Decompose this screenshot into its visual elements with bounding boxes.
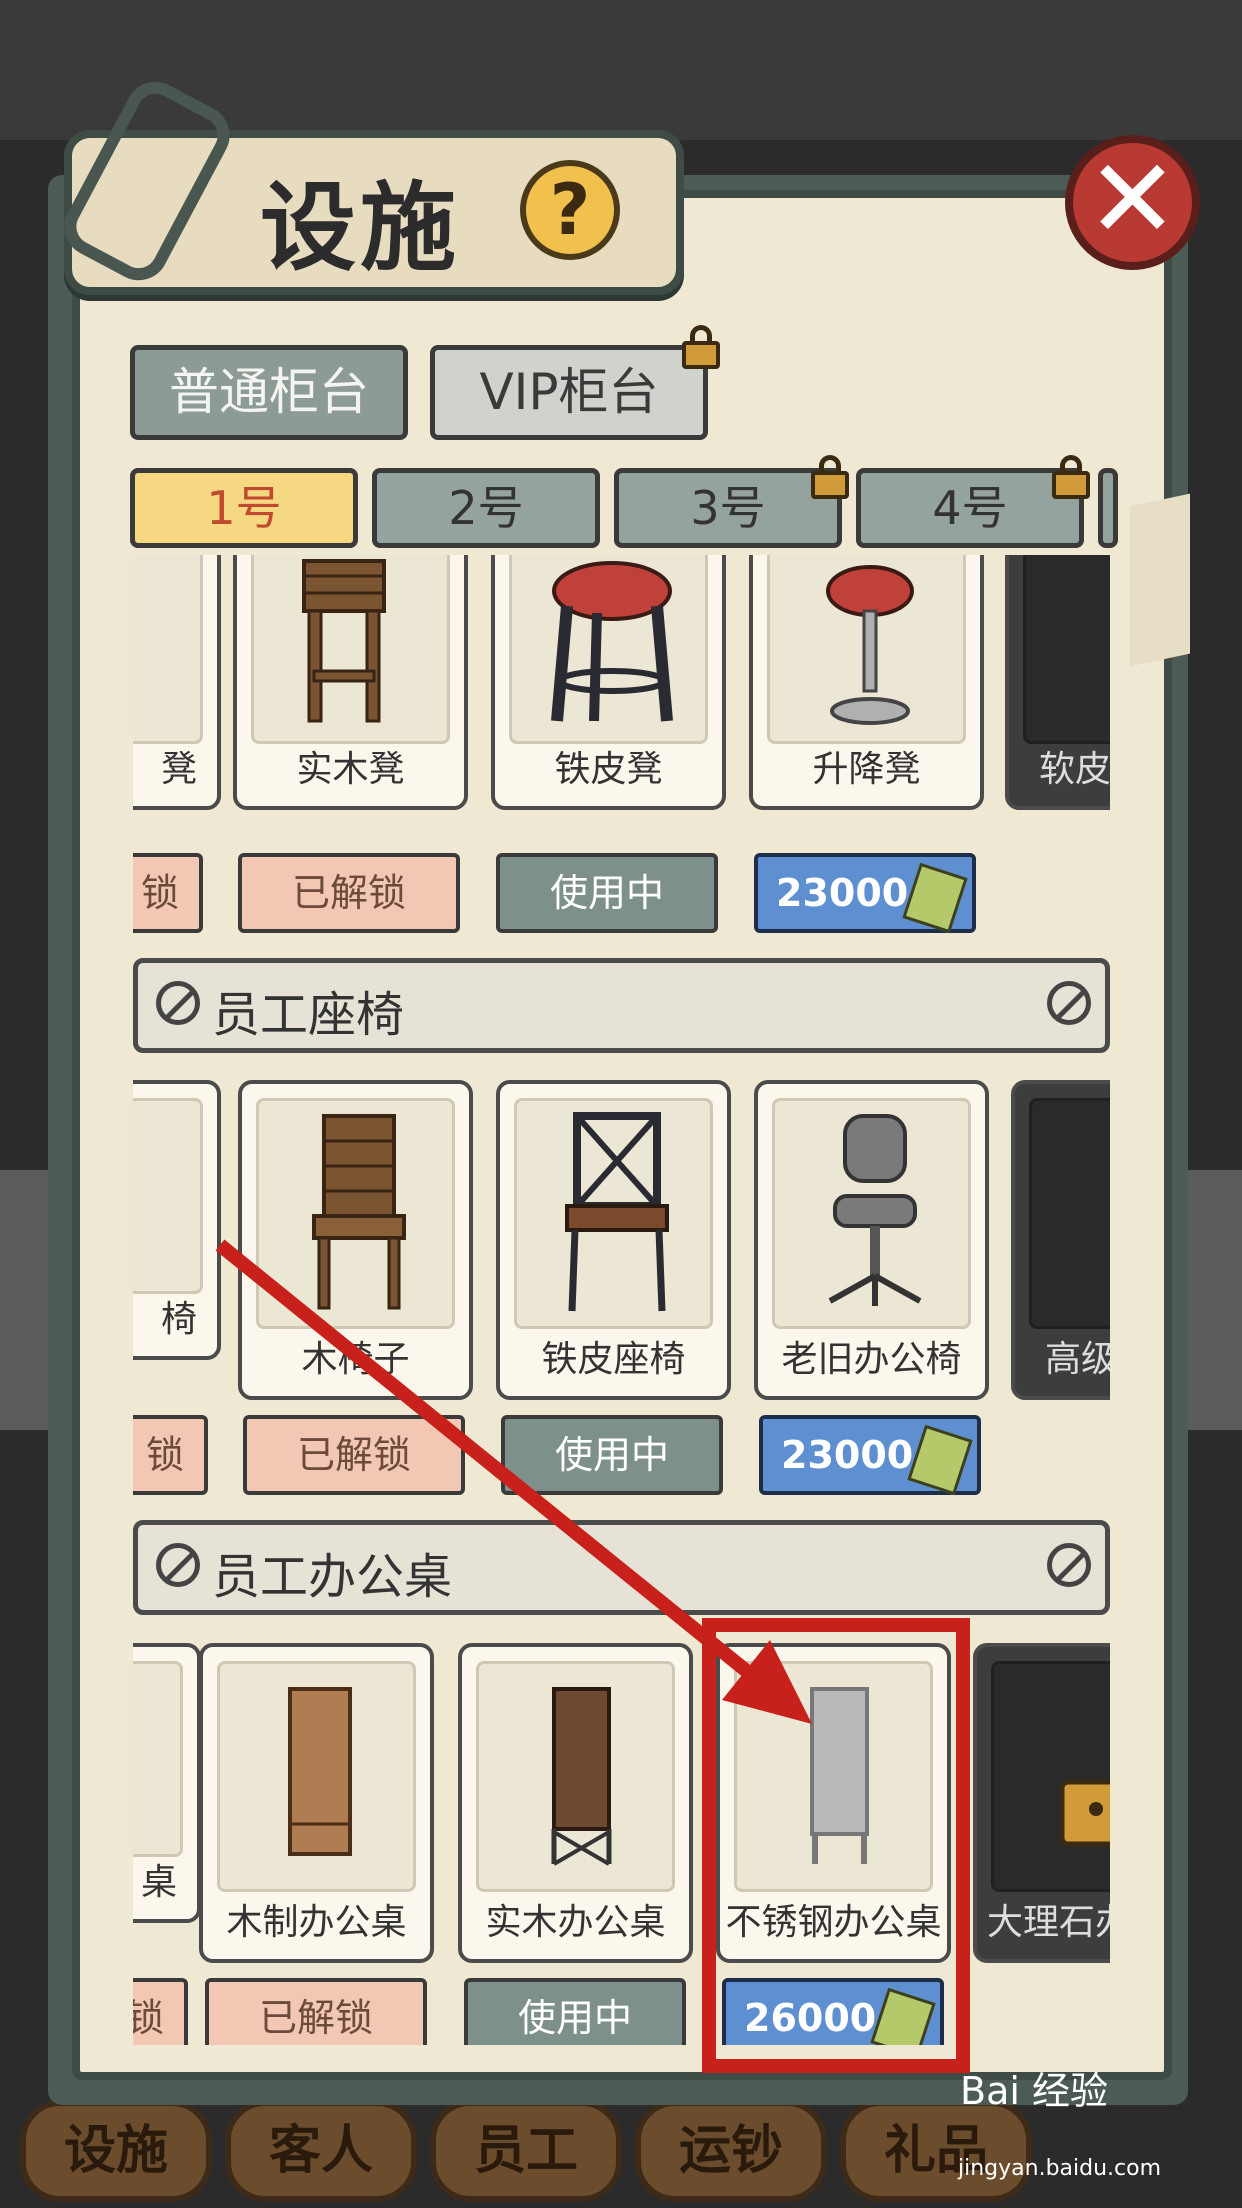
baidu-watermark: Bai 经验 (960, 2069, 1108, 2113)
tutorial-highlight-box (702, 1618, 970, 2073)
watermark-url: jingyan.baidu.com (958, 2156, 1162, 2181)
tutorial-arrow-icon (215, 1239, 812, 1724)
